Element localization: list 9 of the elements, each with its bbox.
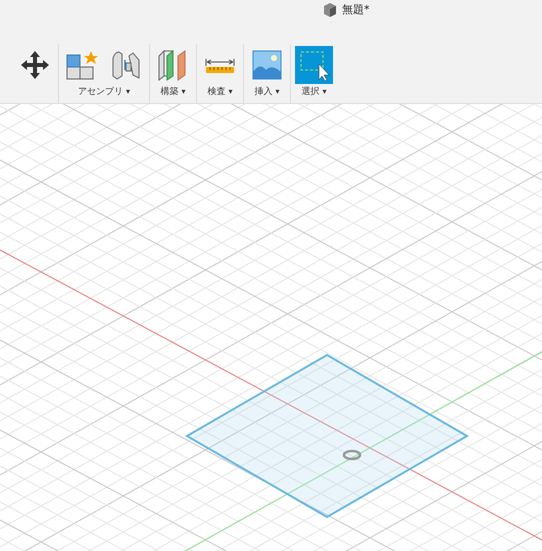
document-title: 無題*	[342, 2, 370, 18]
group-menu[interactable]: 挿入 ▾	[252, 86, 282, 100]
cube-icon	[322, 2, 338, 18]
group-menu[interactable]: 構築 ▾	[158, 86, 188, 100]
origin-icon	[342, 450, 362, 460]
group-menu[interactable]: アセンブリ ▾	[76, 86, 132, 100]
group-menu[interactable]: 選択 ▾	[299, 86, 328, 100]
group-menu[interactable]: 検査 ▾	[205, 86, 234, 100]
selection-box-icon[interactable]	[295, 46, 333, 84]
